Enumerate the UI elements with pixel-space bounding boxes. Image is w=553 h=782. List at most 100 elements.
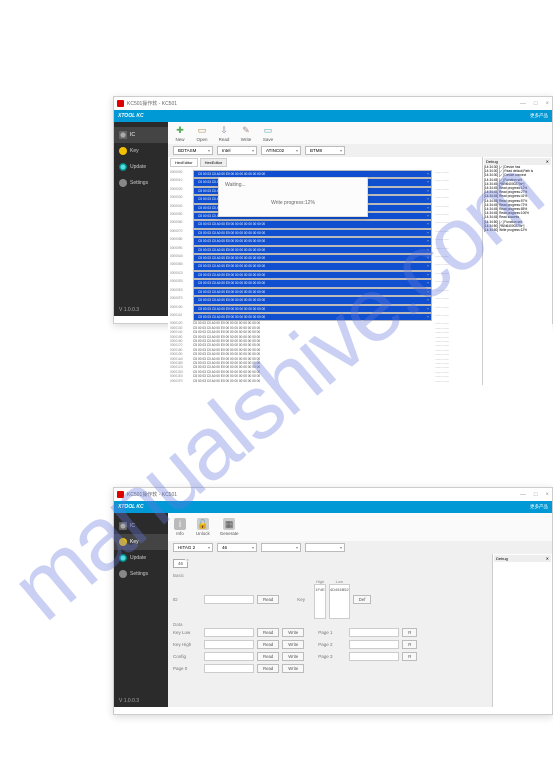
- sidebar-item-label: Settings: [130, 180, 148, 186]
- maximize-button[interactable]: □: [534, 492, 538, 498]
- sidebar-item-ic[interactable]: IC: [114, 127, 168, 143]
- keyhigh-label: Key High: [173, 642, 201, 647]
- page0-label: Page 0: [173, 666, 201, 671]
- select-transponder-4[interactable]: [305, 543, 345, 552]
- hex-row: 0000090C5 00 03 C0 A0 00 E0 00 00 00 00 …: [170, 246, 480, 254]
- r-button[interactable]: R: [402, 652, 417, 661]
- page1-input[interactable]: [349, 628, 399, 637]
- read-button[interactable]: ⇩Read: [218, 124, 230, 142]
- select-chip-2[interactable]: Intel: [217, 146, 257, 155]
- titlebar: KC501操作软 - KC501 — □ ×: [114, 97, 552, 110]
- sidebar-item-key[interactable]: Key: [114, 143, 168, 159]
- chip-tab[interactable]: 46: [173, 559, 188, 568]
- debug-line: [14:34:50] Write progress:12%: [484, 228, 551, 232]
- sidebar-item-settings[interactable]: Settings: [114, 566, 168, 582]
- read-button[interactable]: Read: [257, 664, 279, 673]
- write-button[interactable]: Write: [282, 640, 304, 649]
- progress-label: Waiting...: [225, 182, 246, 188]
- generate-button[interactable]: ▦Generate: [220, 518, 239, 536]
- version-label: V 1.0.0.3: [114, 695, 168, 707]
- select-chip-4[interactable]: BTM8: [305, 146, 345, 155]
- r-button[interactable]: R: [402, 640, 417, 649]
- more-products-link[interactable]: 更多产品: [530, 504, 548, 510]
- window-title: KC501操作软 - KC501: [127, 491, 177, 498]
- main-pane: ✚New ▭Open ⇩Read ✎Write ▭Save BDTASM Int…: [168, 122, 552, 316]
- close-button[interactable]: ×: [545, 101, 549, 107]
- brand-logo: XTOOL KC: [118, 113, 144, 119]
- id-input[interactable]: [204, 595, 254, 604]
- sidebar: IC Key Update Settings V 1.0.0.3: [114, 513, 168, 707]
- settings-icon: [119, 179, 127, 187]
- page3-input[interactable]: [349, 652, 399, 661]
- read-button[interactable]: Read: [257, 595, 279, 604]
- read-button[interactable]: Read: [257, 640, 279, 649]
- minimize-button[interactable]: —: [520, 101, 526, 107]
- titlebar: KC501操作软 - KC501 — □ ×: [114, 488, 552, 501]
- select-transponder-2[interactable]: 46: [217, 543, 257, 552]
- page2-input[interactable]: [349, 640, 399, 649]
- keyhigh-input[interactable]: [204, 640, 254, 649]
- sidebar-item-settings[interactable]: Settings: [114, 175, 168, 191]
- sidebar-item-update[interactable]: Update: [114, 550, 168, 566]
- progress-text: Write progress:12%: [271, 200, 315, 206]
- hex-row: 00000B0C5 00 03 C0 A0 00 E0 00 00 00 00 …: [170, 262, 480, 270]
- open-button[interactable]: ▭Open: [196, 124, 208, 142]
- key-form-pane: 46 Basic ID Read Key High1F4E Low4D494B5…: [168, 554, 492, 707]
- unlock-button[interactable]: 🔓Unlock: [196, 518, 210, 536]
- app-window-2: KC501操作软 - KC501 — □ × XTOOL KC 更多产品 IC …: [113, 487, 553, 715]
- hex-row: 00000C0C5 00 03 C0 A0 00 E0 00 00 00 00 …: [170, 271, 480, 279]
- keylow-input[interactable]: [204, 628, 254, 637]
- sidebar-item-label: Key: [130, 539, 139, 545]
- info-button[interactable]: iInfo: [174, 518, 186, 536]
- write-button[interactable]: Write: [282, 652, 304, 661]
- new-button[interactable]: ✚New: [174, 124, 186, 142]
- select-chip-1[interactable]: BDTASM: [173, 146, 213, 155]
- hex-tab-other[interactable]: HexEditor: [200, 158, 228, 167]
- more-products-link[interactable]: 更多产品: [530, 113, 548, 119]
- hex-row: 0000080C5 00 03 C0 A0 00 E0 00 00 00 00 …: [170, 237, 480, 245]
- config-input[interactable]: [204, 652, 254, 661]
- sidebar-item-ic[interactable]: IC: [114, 518, 168, 534]
- window-controls: — □ ×: [520, 492, 549, 498]
- page0-input[interactable]: [204, 664, 254, 673]
- tool-label: New: [175, 137, 184, 142]
- debug-header: Debug✕: [484, 158, 551, 165]
- write-button[interactable]: Write: [282, 628, 304, 637]
- close-icon[interactable]: ✕: [546, 556, 549, 561]
- config-label: Config: [173, 654, 201, 659]
- maximize-button[interactable]: □: [534, 101, 538, 107]
- write-button[interactable]: Write: [282, 664, 304, 673]
- chip-select-row: HITAG 2 46: [168, 541, 552, 554]
- read-button[interactable]: Read: [257, 652, 279, 661]
- app-window-1: KC501操作软 - KC501 — □ × XTOOL KC 更多产品 IC …: [113, 96, 553, 324]
- brand-logo: XTOOL KC: [118, 504, 144, 510]
- def-button[interactable]: Def: [353, 595, 372, 604]
- write-button[interactable]: ✎Write: [240, 124, 252, 142]
- sidebar-item-update[interactable]: Update: [114, 159, 168, 175]
- unlock-icon: 🔓: [197, 518, 209, 530]
- key-low-input[interactable]: 4D494B52: [329, 584, 350, 619]
- select-transponder-1[interactable]: HITAG 2: [173, 543, 213, 552]
- settings-icon: [119, 570, 127, 578]
- hex-row: 00001F0C5 00 03 C0 A0 00 E0 00 00 00 00 …: [170, 379, 480, 383]
- ic-icon: [119, 131, 127, 139]
- sidebar: IC Key Update Settings V 1.0.0.3: [114, 122, 168, 316]
- select-chip-3[interactable]: ATINC02: [261, 146, 301, 155]
- open-icon: ▭: [196, 124, 208, 136]
- id-label: ID: [173, 597, 201, 602]
- hex-tab-editor[interactable]: HexEditor: [170, 158, 198, 167]
- key-high-input[interactable]: 1F4E: [314, 584, 326, 619]
- close-button[interactable]: ×: [545, 492, 549, 498]
- sidebar-item-label: Settings: [130, 571, 148, 577]
- hex-row: 0000060C5 00 03 C0 A0 00 E0 00 00 00 00 …: [170, 220, 480, 228]
- tool-label: Read: [219, 137, 230, 142]
- close-icon[interactable]: ✕: [546, 159, 549, 164]
- save-button[interactable]: ▭Save: [262, 124, 274, 142]
- minimize-button[interactable]: —: [520, 492, 526, 498]
- select-transponder-3[interactable]: [261, 543, 301, 552]
- sidebar-item-key[interactable]: Key: [114, 534, 168, 550]
- read-button[interactable]: Read: [257, 628, 279, 637]
- chip-select-row: BDTASM Intel ATINC02 BTM8: [168, 144, 552, 157]
- r-button[interactable]: R: [402, 628, 417, 637]
- brand-bar: XTOOL KC 更多产品: [114, 110, 552, 122]
